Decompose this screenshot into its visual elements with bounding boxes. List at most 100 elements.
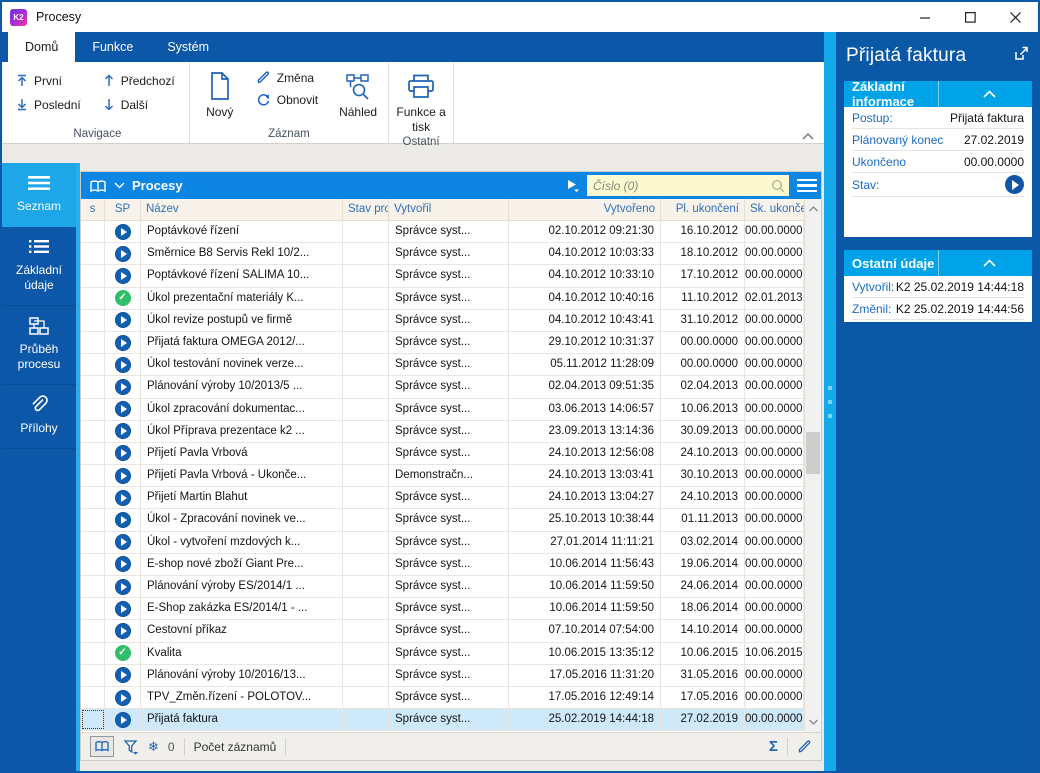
section-title: Základní informace	[852, 79, 915, 109]
row-name-cell: Kvalita	[141, 642, 343, 664]
column-header-vytvoreno[interactable]: Vytvořeno	[509, 199, 661, 220]
table-row[interactable]: Kvalita Správce syst... 10.06.2015 13:35…	[81, 642, 804, 665]
table-row[interactable]: Úkol - Zpracování novinek ve... Správce …	[81, 509, 804, 532]
table-row[interactable]: Plánování výroby 10/2016/13... Správce s…	[81, 664, 804, 687]
table-menu-icon[interactable]	[796, 178, 818, 193]
tab-funkce[interactable]: Funkce	[75, 32, 150, 62]
refresh-button[interactable]: Obnovit	[256, 92, 318, 107]
sidebar-item-prilohy[interactable]: Přílohy	[2, 385, 76, 449]
book-icon[interactable]	[89, 179, 107, 193]
tab-domu[interactable]: Domů	[8, 32, 76, 62]
table-row[interactable]: Plánování výroby 10/2013/5 ... Správce s…	[81, 376, 804, 399]
row-created-cell: 10.06.2014 11:59:50	[509, 576, 661, 598]
open-in-window-icon[interactable]	[1013, 45, 1030, 62]
column-header-vytvoril[interactable]: Vytvořil	[389, 199, 509, 220]
preview-button[interactable]: Náhled	[328, 62, 388, 120]
refresh-icon	[257, 94, 269, 106]
field-value: K2 25.02.2019 14:44:18	[895, 279, 1024, 294]
table-row[interactable]: Cestovní příkaz Správce syst... 07.10.20…	[81, 620, 804, 643]
close-button[interactable]	[993, 2, 1038, 32]
table-row[interactable]: Úkol revize postupů ve firmě Správce sys…	[81, 309, 804, 332]
row-created-cell: 04.10.2012 10:33:10	[509, 265, 661, 287]
row-creator-cell: Demonstračn...	[389, 465, 509, 487]
column-header-s[interactable]: s	[81, 199, 105, 220]
book-view-toggle[interactable]	[90, 736, 114, 757]
row-select-cell	[81, 576, 105, 598]
scroll-down-button[interactable]	[805, 712, 821, 732]
section-header[interactable]: Základní informace	[844, 79, 1033, 109]
row-name-cell: E-shop nové zboží Giant Pre...	[141, 553, 343, 575]
row-status-cell	[105, 620, 141, 642]
row-select-cell	[81, 354, 105, 376]
table-row[interactable]: Přijetí Pavla Vrbová - Ukonče... Demonst…	[81, 465, 804, 488]
column-header-sk-ukonceni[interactable]: Sk. ukončení	[745, 199, 804, 220]
table-row[interactable]: TPV_Změn.řízení - POLOTOV... Správce sys…	[81, 686, 804, 710]
row-process-state-cell	[343, 664, 389, 686]
row-process-state-cell	[343, 598, 389, 620]
table-row[interactable]: Úkol Příprava prezentace k2 ... Správce …	[81, 420, 804, 443]
table-row[interactable]: Úkol prezentační materiály K... Správce …	[81, 287, 804, 310]
row-process-state-cell	[343, 509, 389, 531]
snowflake-icon[interactable]: ❄	[148, 739, 159, 755]
table-row[interactable]: Přijatá faktura Správce syst... 25.02.20…	[81, 709, 804, 732]
scroll-up-button[interactable]	[805, 199, 821, 219]
search-input[interactable]	[593, 178, 771, 193]
row-status-cell	[105, 221, 141, 243]
table-row[interactable]: Úkol zpracování dokumentac... Správce sy…	[81, 398, 804, 421]
sidebar-item-prubeh-procesu[interactable]: Průběh procesu	[2, 306, 76, 385]
table-row[interactable]: Poptávkové řízení SALIMA 10... Správce s…	[81, 265, 804, 288]
previous-record-button[interactable]: Předchozí	[99, 69, 179, 92]
table-row[interactable]: Směrnice B8 Servis Rekl 10/2... Správce …	[81, 243, 804, 266]
row-created-cell: 24.10.2013 13:03:41	[509, 465, 661, 487]
scrollbar-thumb[interactable]	[806, 432, 820, 474]
column-header-sp[interactable]: SP	[105, 199, 141, 220]
row-select-cell	[81, 487, 105, 509]
chevron-down-icon[interactable]	[114, 182, 125, 189]
functions-print-button[interactable]: Funkce a tisk	[389, 62, 453, 135]
filter-icon[interactable]	[123, 739, 139, 755]
column-header-stav-procesu[interactable]: Stav procesu	[343, 199, 389, 220]
run-filter-icon[interactable]	[566, 179, 580, 192]
ribbon-collapse-button[interactable]	[802, 133, 814, 140]
list-icon	[4, 236, 74, 258]
row-created-cell: 25.10.2013 10:38:44	[509, 509, 661, 531]
tab-system[interactable]: Systém	[150, 32, 226, 62]
table-row[interactable]: E-shop nové zboží Giant Pre... Správce s…	[81, 553, 804, 576]
chevron-up-icon	[983, 90, 996, 98]
row-creator-cell: Správce syst...	[389, 243, 509, 265]
search-icon[interactable]	[771, 179, 785, 193]
vertical-scrollbar[interactable]	[804, 199, 821, 732]
table-row[interactable]: Přijetí Martin Blahut Správce syst... 24…	[81, 487, 804, 510]
sidebar-item-zakladni-udaje[interactable]: Základní údaje	[2, 227, 76, 306]
collapse-section-button[interactable]	[937, 81, 1033, 107]
row-status-cell	[105, 709, 141, 731]
app-window: K2 Procesy Domů Funkce Systém První Posl…	[0, 0, 1040, 773]
k2-app-icon: K2	[10, 8, 27, 26]
column-header-pl-ukonceni[interactable]: Pl. ukončení	[661, 199, 745, 220]
table-row[interactable]: E-Shop zakázka ES/2014/1 - ... Správce s…	[81, 598, 804, 621]
new-record-button[interactable]: Nový	[190, 62, 250, 120]
section-header[interactable]: Ostatní údaje	[844, 250, 1032, 276]
column-header-nazev[interactable]: Název	[141, 199, 343, 220]
row-status-cell	[105, 442, 141, 465]
first-record-button[interactable]: První	[12, 69, 85, 92]
minimize-button[interactable]	[903, 2, 948, 32]
edit-record-button[interactable]: Změna	[256, 70, 318, 85]
table-row[interactable]: Plánování výroby ES/2014/1 ... Správce s…	[81, 576, 804, 599]
book-icon	[95, 741, 109, 752]
table-row[interactable]: Úkol - vytvoření mzdových k... Správce s…	[81, 531, 804, 554]
row-select-cell	[81, 221, 105, 243]
sidebar-item-seznam[interactable]: Seznam	[2, 163, 76, 227]
table-row[interactable]: Přijetí Pavla Vrbová Správce syst... 24.…	[81, 442, 804, 466]
table-row[interactable]: Přijatá faktura OMEGA 2012/... Správce s…	[81, 331, 804, 355]
sum-icon[interactable]: Σ	[769, 738, 778, 755]
table-row[interactable]: Poptávkové řízení Správce syst... 02.10.…	[81, 221, 804, 244]
collapse-section-button[interactable]	[937, 250, 1033, 276]
row-name-cell: Úkol testování novinek verze...	[141, 354, 343, 376]
maximize-button[interactable]	[948, 2, 993, 32]
table-row[interactable]: Úkol testování novinek verze... Správce …	[81, 354, 804, 377]
next-record-button[interactable]: Další	[99, 93, 179, 116]
last-record-button[interactable]: Poslední	[12, 93, 85, 116]
edit-pencil-icon[interactable]	[797, 739, 812, 754]
panel-splitter[interactable]	[824, 32, 836, 771]
